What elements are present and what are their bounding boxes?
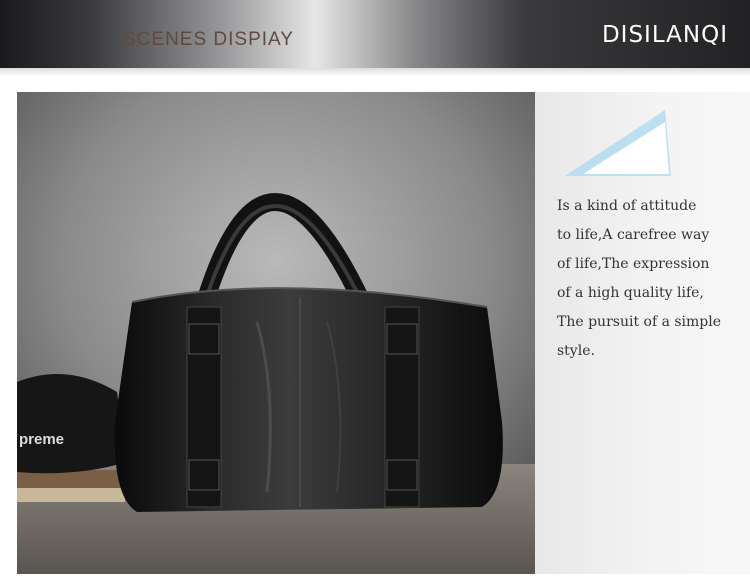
tagline-line: style. bbox=[557, 343, 595, 359]
tagline-text: Is a kind of attitude to life,A carefree… bbox=[557, 192, 747, 366]
brand-name: DISILANQI bbox=[601, 22, 728, 48]
product-photo: preme bbox=[17, 92, 535, 574]
cap-shape bbox=[17, 374, 127, 474]
header-banner: SCENES DISPIAY DISILANQI bbox=[0, 0, 750, 68]
tagline-line: The pursuit of a simple bbox=[557, 314, 722, 330]
header-divider bbox=[0, 68, 750, 76]
accent-triangle-icon bbox=[565, 110, 671, 176]
tagline-line: of life,The expression bbox=[557, 256, 710, 272]
bag-illustration: preme bbox=[17, 92, 535, 574]
description-panel: Is a kind of attitude to life,A carefree… bbox=[535, 92, 750, 574]
cap-logo: preme bbox=[19, 431, 64, 448]
tagline-line: of a high quality life, bbox=[557, 285, 704, 301]
scenes-display-title: SCENES DISPIAY bbox=[123, 29, 294, 50]
tagline-line: Is a kind of attitude bbox=[557, 198, 697, 214]
tagline-line: to life,A carefree way bbox=[557, 227, 710, 243]
